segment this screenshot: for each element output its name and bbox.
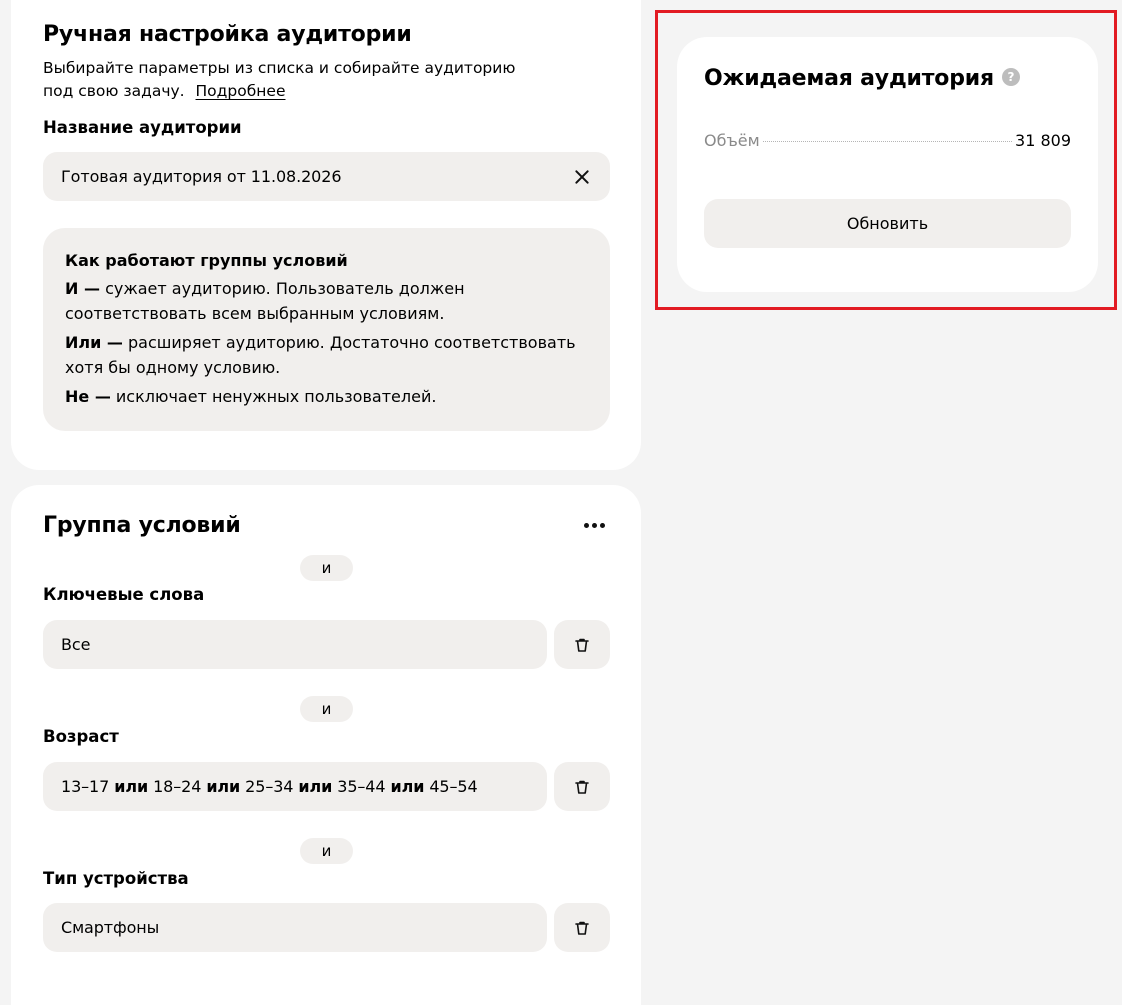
expected-audience-title: Ожидаемая аудитория? bbox=[704, 66, 1020, 91]
condition-groups-info: Как работают группы условий И — сужает а… bbox=[43, 228, 610, 431]
condition-group-card: Группа условий и Ключевые слова Все и Во… bbox=[11, 485, 641, 1005]
manual-setup-card: Ручная настройка аудитории Выбирайте пар… bbox=[11, 0, 641, 470]
description-line-1: Выбирайте параметры из списка и собирайт… bbox=[43, 59, 516, 77]
audience-name-label: Название аудитории bbox=[43, 118, 242, 137]
trash-icon bbox=[575, 780, 589, 794]
condition-field-device[interactable]: Смартфоны bbox=[43, 903, 547, 952]
audience-name-value: Готовая аудитория от 11.08.2026 bbox=[61, 167, 342, 186]
volume-row: Объём 31 809 bbox=[704, 131, 1071, 150]
audience-name-input[interactable]: Готовая аудитория от 11.08.2026 bbox=[43, 152, 610, 201]
close-icon[interactable] bbox=[574, 169, 590, 185]
volume-label: Объём bbox=[704, 131, 760, 150]
age-value: 45–54 bbox=[429, 777, 478, 796]
description-line-2: под свою задачу. bbox=[43, 82, 185, 100]
or-joiner: или bbox=[390, 777, 425, 796]
age-value: 18–24 bbox=[153, 777, 202, 796]
info-and: И — сужает аудиторию. Пользователь долже… bbox=[65, 279, 465, 323]
condition-group-title: Группа условий bbox=[43, 513, 241, 538]
age-value: 13–17 bbox=[61, 777, 110, 796]
info-title: Как работают группы условий bbox=[65, 251, 348, 270]
volume-value: 31 809 bbox=[1015, 131, 1071, 150]
age-value: 25–34 bbox=[245, 777, 294, 796]
condition-label-device: Тип устройства bbox=[43, 869, 189, 888]
or-joiner: или bbox=[298, 777, 333, 796]
update-button[interactable]: Обновить bbox=[704, 199, 1071, 248]
delete-condition-button[interactable] bbox=[554, 903, 610, 952]
condition-label-age: Возраст bbox=[43, 727, 119, 746]
help-icon[interactable]: ? bbox=[1001, 68, 1020, 86]
info-or: Или — расширяет аудиторию. Достаточно со… bbox=[65, 333, 576, 377]
or-joiner: или bbox=[206, 777, 241, 796]
connector-pill: и bbox=[300, 555, 353, 581]
age-value: 35–44 bbox=[337, 777, 386, 796]
connector-pill: и bbox=[300, 696, 353, 722]
condition-value-keywords: Все bbox=[61, 635, 91, 654]
condition-value-device: Смартфоны bbox=[61, 918, 160, 937]
info-not: Не — исключает ненужных пользователей. bbox=[65, 387, 437, 406]
delete-condition-button[interactable] bbox=[554, 762, 610, 811]
connector-pill: и bbox=[300, 838, 353, 864]
more-info-link[interactable]: Подробнее bbox=[196, 82, 286, 100]
condition-field-age[interactable]: 13–17 или 18–24 или 25–34 или 35–44 или … bbox=[43, 762, 547, 811]
expected-audience-card: Ожидаемая аудитория? Объём 31 809 Обнови… bbox=[677, 37, 1098, 292]
trash-icon bbox=[575, 638, 589, 652]
or-joiner: или bbox=[114, 777, 149, 796]
condition-label-keywords: Ключевые слова bbox=[43, 585, 205, 604]
more-dots-icon[interactable] bbox=[584, 517, 605, 534]
condition-field-keywords[interactable]: Все bbox=[43, 620, 547, 669]
trash-icon bbox=[575, 921, 589, 935]
delete-condition-button[interactable] bbox=[554, 620, 610, 669]
volume-leader bbox=[762, 141, 1013, 142]
manual-setup-title: Ручная настройка аудитории bbox=[43, 22, 412, 47]
expected-audience-title-text: Ожидаемая аудитория bbox=[704, 66, 994, 91]
manual-setup-description: Выбирайте параметры из списка и собирайт… bbox=[43, 57, 563, 103]
